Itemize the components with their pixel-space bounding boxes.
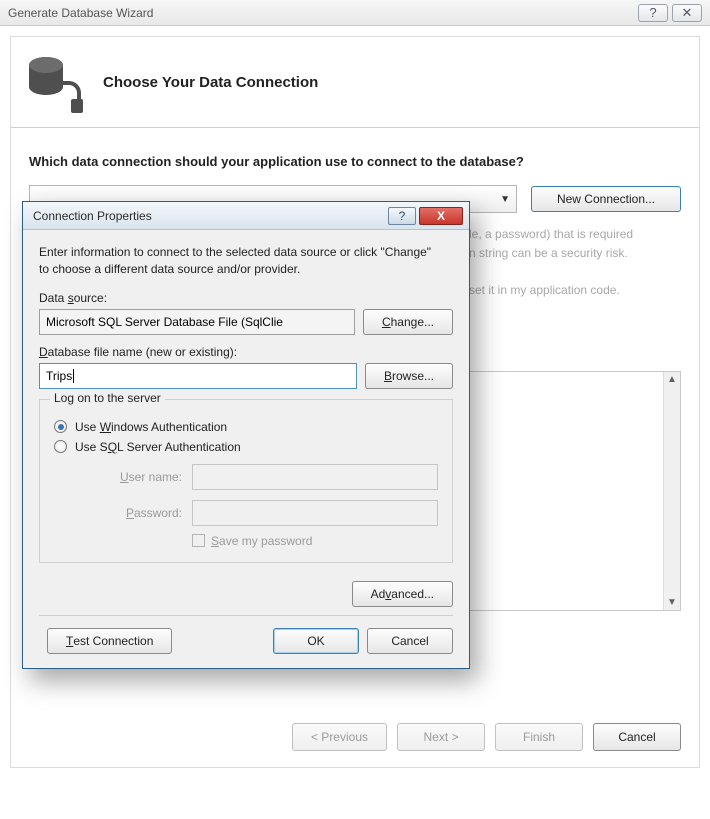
data-source-label: Data source: xyxy=(39,291,453,305)
test-connection-button[interactable]: Test Connection xyxy=(47,628,172,654)
change-button[interactable]: Change... xyxy=(363,309,453,335)
dialog-intro: Enter information to connect to the sele… xyxy=(39,244,439,279)
chevron-down-icon: ▼ xyxy=(500,194,510,205)
separator xyxy=(39,615,453,616)
db-file-input[interactable]: Trips xyxy=(39,363,357,389)
dialog-cancel-button[interactable]: Cancel xyxy=(367,628,453,654)
wizard-footer: < Previous Next > Finish Cancel xyxy=(292,723,681,751)
radio-icon xyxy=(54,440,67,453)
wizard-header-title: Choose Your Data Connection xyxy=(103,74,318,91)
scroll-down-icon[interactable]: ▼ xyxy=(667,597,677,608)
help-button[interactable]: ? xyxy=(638,4,668,22)
advanced-button[interactable]: Advanced... xyxy=(352,581,453,607)
wizard-question: Which data connection should your applic… xyxy=(29,154,681,169)
ok-button[interactable]: OK xyxy=(273,628,359,654)
wizard-titlebar: Generate Database Wizard ? ✕ xyxy=(0,0,710,26)
db-file-label: Database file name (new or existing): xyxy=(39,345,453,359)
username-label: User name: xyxy=(90,470,182,484)
password-label: Password: xyxy=(90,506,182,520)
wizard-title: Generate Database Wizard xyxy=(8,6,153,20)
scrollbar[interactable]: ▲ ▼ xyxy=(663,372,680,610)
connection-properties-dialog: Connection Properties ? X Enter informat… xyxy=(22,201,470,669)
scroll-up-icon[interactable]: ▲ xyxy=(667,374,677,385)
logon-legend: Log on to the server xyxy=(50,391,165,405)
close-button[interactable]: ✕ xyxy=(672,4,702,22)
finish-button: Finish xyxy=(495,723,583,751)
save-password-checkbox: Save my password xyxy=(192,534,438,548)
database-icon xyxy=(29,57,79,107)
dialog-close-button[interactable]: X xyxy=(419,207,463,225)
background-info-text: le, a password) that is required n strin… xyxy=(469,225,681,301)
dialog-titlebar: Connection Properties ? X xyxy=(23,202,469,230)
username-input xyxy=(192,464,438,490)
logon-group: Log on to the server Use Windows Authent… xyxy=(39,399,453,563)
password-input xyxy=(192,500,438,526)
new-connection-button[interactable]: New Connection... xyxy=(531,186,681,212)
auth-windows-radio[interactable]: Use Windows Authentication xyxy=(54,420,438,434)
dialog-help-button[interactable]: ? xyxy=(388,207,416,225)
radio-icon xyxy=(54,420,67,433)
previous-button: < Previous xyxy=(292,723,387,751)
data-source-field: Microsoft SQL Server Database File (SqlC… xyxy=(39,309,355,335)
wizard-header: Choose Your Data Connection xyxy=(10,36,700,128)
wizard-cancel-button[interactable]: Cancel xyxy=(593,723,681,751)
dialog-title: Connection Properties xyxy=(33,209,152,223)
checkbox-icon xyxy=(192,534,205,547)
next-button: Next > xyxy=(397,723,485,751)
auth-sql-radio[interactable]: Use SQL Server Authentication xyxy=(54,440,438,454)
browse-button[interactable]: Browse... xyxy=(365,363,453,389)
